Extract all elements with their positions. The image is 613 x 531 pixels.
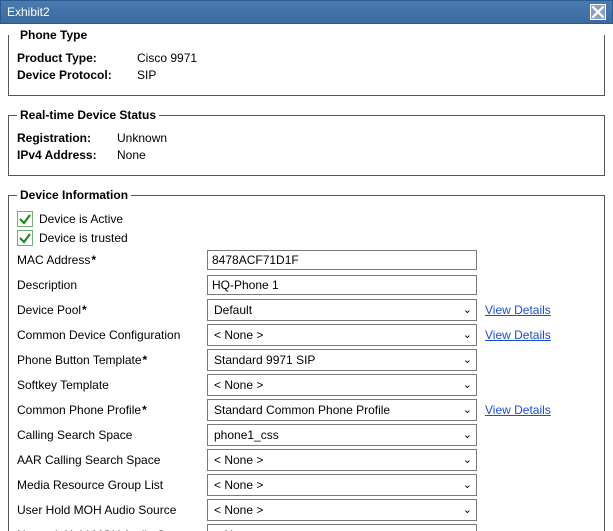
skt-label: Softkey Template	[17, 378, 207, 392]
ipv4-value: None	[117, 148, 146, 162]
registration-label: Registration:	[17, 131, 117, 145]
chevron-down-icon: ⌄	[463, 380, 472, 391]
device-pool-select[interactable]: Default ⌄	[207, 299, 477, 321]
registration-value: Unknown	[117, 131, 167, 145]
chevron-down-icon: ⌄	[463, 480, 472, 491]
view-details-link[interactable]: View Details	[485, 328, 551, 342]
ipv4-label: IPv4 Address:	[17, 148, 117, 162]
window-title: Exhibit2	[7, 5, 50, 19]
cpp-value: Standard Common Phone Profile	[214, 403, 390, 417]
skt-select[interactable]: < None > ⌄	[207, 374, 477, 396]
chevron-down-icon: ⌄	[463, 330, 472, 341]
product-type-label: Product Type:	[17, 51, 137, 65]
close-icon[interactable]	[590, 4, 606, 20]
device-trusted-text: Device is trusted	[39, 231, 128, 245]
mrgl-value: < None >	[214, 478, 263, 492]
description-input[interactable]	[207, 275, 477, 295]
phone-type-legend: Phone Type	[20, 28, 87, 42]
checkmark-icon	[17, 230, 33, 246]
device-info-group: Device Information Device is Active Devi…	[8, 188, 605, 531]
cpp-select[interactable]: Standard Common Phone Profile ⌄	[207, 399, 477, 421]
skt-value: < None >	[214, 378, 263, 392]
userhold-select[interactable]: < None > ⌄	[207, 499, 477, 521]
pbt-select[interactable]: Standard 9971 SIP ⌄	[207, 349, 477, 371]
realtime-status-group: Real-time Device Status Registration: Un…	[8, 108, 605, 176]
mrgl-select[interactable]: < None > ⌄	[207, 474, 477, 496]
description-label: Description	[17, 278, 207, 292]
userhold-label: User Hold MOH Audio Source	[17, 503, 207, 517]
mac-address-input[interactable]	[207, 250, 477, 270]
device-active-text: Device is Active	[39, 212, 123, 226]
css-select[interactable]: phone1_css ⌄	[207, 424, 477, 446]
chevron-down-icon: ⌄	[463, 355, 472, 366]
aarcss-label: AAR Calling Search Space	[17, 453, 207, 467]
device-protocol-value: SIP	[137, 68, 156, 82]
device-pool-label: Device Pool	[17, 303, 207, 317]
cdc-select[interactable]: < None > ⌄	[207, 324, 477, 346]
nethold-select[interactable]: < None > ⌄	[207, 524, 477, 531]
css-value: phone1_css	[214, 428, 279, 442]
mrgl-label: Media Resource Group List	[17, 478, 207, 492]
pbt-label: Phone Button Template	[17, 353, 207, 367]
view-details-link[interactable]: View Details	[485, 303, 551, 317]
checkmark-icon	[17, 211, 33, 227]
aarcss-select[interactable]: < None > ⌄	[207, 449, 477, 471]
userhold-value: < None >	[214, 503, 263, 517]
product-type-value: Cisco 9971	[137, 51, 197, 65]
aarcss-value: < None >	[214, 453, 263, 467]
mac-address-label: MAC Address	[17, 253, 207, 267]
chevron-down-icon: ⌄	[463, 305, 472, 316]
css-label: Calling Search Space	[17, 428, 207, 442]
chevron-down-icon: ⌄	[463, 455, 472, 466]
phone-type-group: Phone Type Product Type: Cisco 9971 Devi…	[8, 28, 605, 96]
chevron-down-icon: ⌄	[463, 430, 472, 441]
cdc-label: Common Device Configuration	[17, 328, 207, 342]
chevron-down-icon: ⌄	[463, 405, 472, 416]
realtime-legend: Real-time Device Status	[20, 108, 156, 122]
device-info-legend: Device Information	[20, 188, 128, 202]
device-pool-value: Default	[214, 303, 252, 317]
cpp-label: Common Phone Profile	[17, 403, 207, 417]
view-details-link[interactable]: View Details	[485, 403, 551, 417]
window-titlebar: Exhibit2	[0, 0, 613, 24]
device-protocol-label: Device Protocol:	[17, 68, 137, 82]
pbt-value: Standard 9971 SIP	[214, 353, 315, 367]
chevron-down-icon: ⌄	[463, 505, 472, 516]
cdc-value: < None >	[214, 328, 263, 342]
